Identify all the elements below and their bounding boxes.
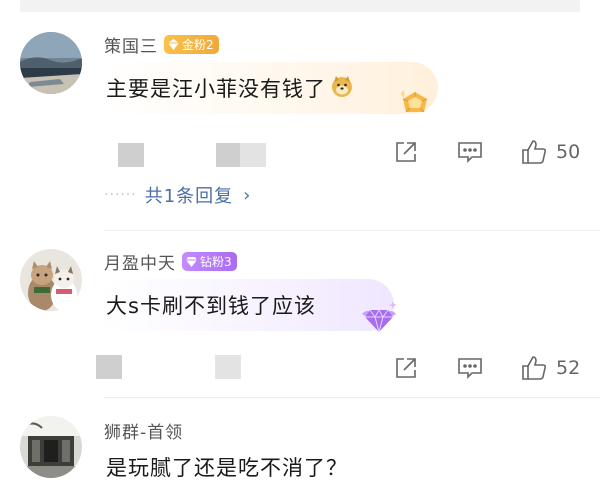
redacted-element: [240, 143, 266, 167]
gold-gem-icon: [398, 88, 432, 122]
share-icon: [396, 358, 416, 378]
avatar[interactable]: [20, 249, 82, 311]
username[interactable]: 狮群-首领: [104, 418, 183, 443]
comment-bubble: 主要是汪小菲没有钱了: [98, 62, 438, 114]
badge-label: 金粉2: [182, 37, 214, 52]
redacted-element: [216, 143, 242, 167]
previous-comment-edge: [20, 0, 580, 12]
fan-badge[interactable]: 金粉2: [164, 34, 219, 54]
comment-bubble: 是玩腻了还是吃不消了？: [98, 441, 406, 493]
comment-button[interactable]: [457, 356, 483, 380]
comment-text: 是玩腻了还是吃不消了？: [106, 456, 348, 480]
comment-icon: [458, 358, 482, 379]
thumbs-up-icon: [522, 140, 547, 164]
comment-text: 主要是汪小菲没有钱了: [106, 77, 326, 101]
comment-bubble: 大s卡刷不到钱了应该: [98, 279, 394, 331]
view-replies-link[interactable]: ······ 共1条回复 ›: [104, 182, 250, 208]
redacted-element: [215, 355, 241, 379]
avatar[interactable]: [20, 32, 82, 94]
comment-divider: [104, 397, 600, 398]
reply-dots: ······: [104, 187, 137, 203]
comment-icon: [458, 142, 482, 163]
share-button[interactable]: [393, 355, 419, 381]
username[interactable]: 策国三: [104, 32, 158, 57]
diamond-icon: [185, 255, 198, 268]
comment-divider: [104, 230, 600, 231]
comment-text: 大s卡刷不到钱了应该: [106, 294, 316, 318]
username[interactable]: 月盈中天: [104, 249, 176, 274]
comment-button[interactable]: [457, 140, 483, 164]
redacted-element: [118, 143, 144, 167]
fan-badge[interactable]: 钻粉3: [182, 251, 237, 271]
purple-diamond-icon: [358, 300, 400, 340]
thumbs-up-icon: [522, 356, 547, 380]
share-icon: [396, 142, 416, 162]
redacted-element: [96, 355, 122, 379]
share-button[interactable]: [393, 139, 419, 165]
reply-count-text: 共1条回复: [144, 186, 234, 207]
badge-label: 钻粉3: [200, 254, 232, 269]
like-button[interactable]: 52: [520, 354, 580, 382]
doge-emoji-icon: [330, 74, 354, 102]
like-count: 52: [556, 357, 581, 379]
chevron-right-icon: ›: [243, 184, 251, 206]
like-count: 50: [556, 141, 581, 163]
gem-icon: [167, 38, 180, 51]
avatar[interactable]: [20, 416, 82, 478]
like-button[interactable]: 50: [520, 138, 580, 166]
